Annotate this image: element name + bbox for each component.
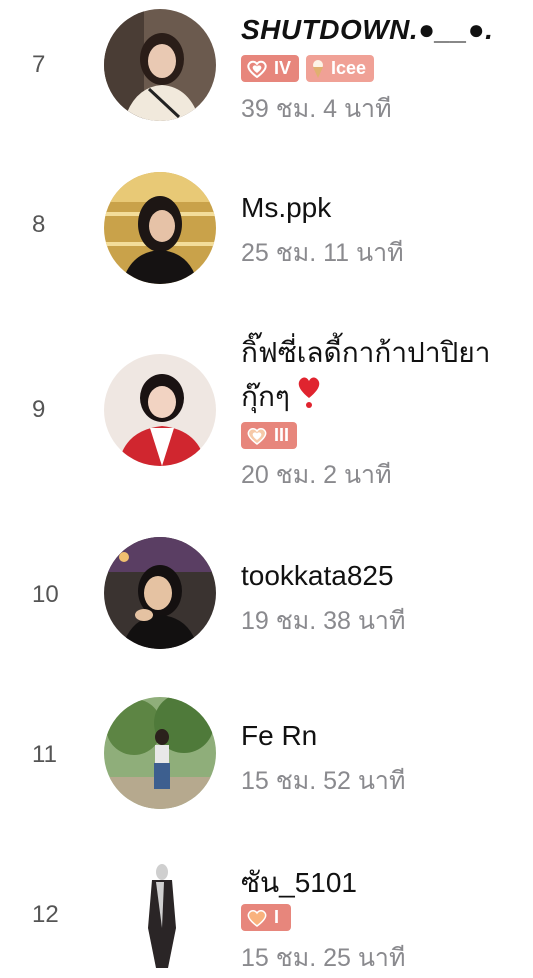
username[interactable]: ซัน_5101: [241, 861, 357, 905]
double-heart-icon: [246, 427, 268, 445]
rank-number: 7: [32, 51, 46, 78]
badge-label: Icee: [331, 58, 367, 78]
avatar[interactable]: [104, 858, 216, 970]
username[interactable]: Ms.ppk: [241, 192, 331, 224]
badge-label: IV: [274, 58, 292, 78]
badge-label: I: [274, 907, 280, 927]
leaderboard-row[interactable]: 7 SHUTDOWN.●__●. IV Icee 39 ชม. 4 นาที: [0, 0, 533, 140]
username[interactable]: Fe Rn: [241, 720, 317, 752]
level-badge: III: [241, 422, 298, 449]
badge-label: III: [274, 425, 290, 445]
duration-text: 15 ชม. 52 นาที: [241, 767, 406, 795]
rank-number: 11: [32, 741, 57, 768]
avatar[interactable]: [104, 697, 216, 809]
red-heart-emoji-icon: [296, 374, 322, 422]
username-text: กิ๊ฟซี่เลดี้กาก้าปาปิยา กุ๊กๆ: [241, 337, 491, 412]
leaderboard-row[interactable]: 8 Ms.ppk 25 ชม. 11 นาที: [0, 160, 533, 300]
duration-text: 19 ชม. 38 นาที: [241, 607, 406, 635]
duration-text: 15 ชม. 25 นาที: [241, 944, 406, 972]
username[interactable]: SHUTDOWN.●__●.: [241, 14, 493, 46]
avatar[interactable]: [104, 537, 216, 649]
level-badge: IV: [241, 55, 300, 82]
ice-cream-icon: [311, 59, 325, 79]
duration-text: 20 ชม. 2 นาที: [241, 461, 392, 489]
heart-icon: [246, 909, 268, 927]
double-heart-icon: [246, 60, 268, 78]
rank-number: 8: [32, 211, 46, 238]
badge-group: IV Icee: [241, 55, 375, 82]
rank-number: 10: [32, 581, 59, 608]
duration-text: 39 ชม. 4 นาที: [241, 95, 392, 123]
avatar[interactable]: [104, 354, 216, 466]
leaderboard-row[interactable]: 12 ซัน_5101 I 15 ชม. 25 นาที: [0, 850, 533, 972]
avatar[interactable]: [104, 172, 216, 284]
duration-text: 25 ชม. 11 นาที: [241, 239, 404, 267]
rank-number: 12: [32, 901, 59, 928]
avatar[interactable]: [104, 9, 216, 121]
username[interactable]: กิ๊ฟซี่เลดี้กาก้าปาปิยา กุ๊กๆ: [241, 332, 531, 422]
leaderboard-row[interactable]: 10 tookkata825 19 ชม. 38 นาที: [0, 530, 533, 670]
level-badge: I: [241, 904, 292, 931]
rank-number: 9: [32, 396, 46, 423]
leaderboard-row[interactable]: 11 Fe Rn 15 ชม. 52 นาที: [0, 690, 533, 830]
badge-group: III: [241, 422, 298, 449]
club-badge: Icee: [306, 55, 375, 82]
badge-group: I: [241, 904, 292, 931]
leaderboard-row[interactable]: 9 กิ๊ฟซี่เลดี้กาก้าปาปิยา กุ๊กๆ III 20 ช…: [0, 330, 533, 500]
username[interactable]: tookkata825: [241, 560, 394, 592]
